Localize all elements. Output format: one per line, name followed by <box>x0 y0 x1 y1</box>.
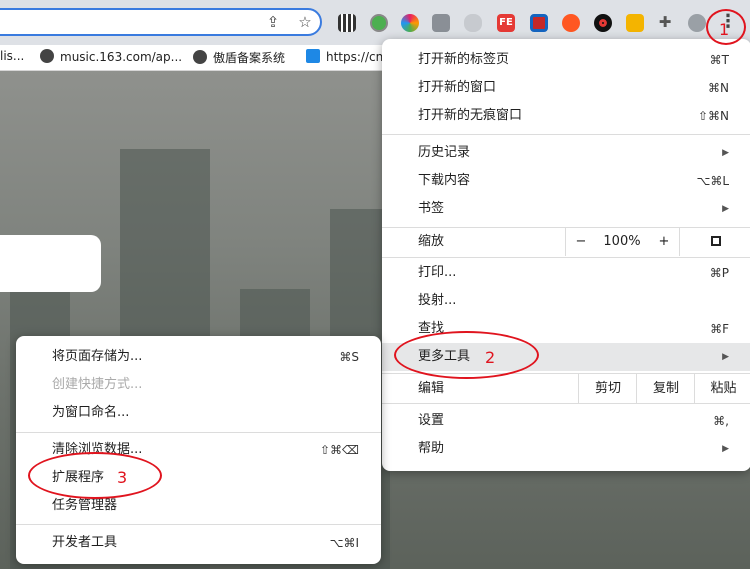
menu-separator <box>16 524 381 525</box>
submenu-item-create-shortcut: 创建快捷方式... <box>52 377 143 392</box>
fullscreen-icon <box>711 236 721 246</box>
menu-separator <box>382 403 750 404</box>
menu-item-help[interactable]: 帮助 ▶ <box>382 435 750 463</box>
green-dot-extension-icon[interactable] <box>370 14 388 32</box>
menu-item-new-incognito[interactable]: 打开新的无痕窗口 ⇧⌘N <box>382 102 750 130</box>
chevron-right-icon: ▶ <box>722 148 729 158</box>
menu-separator <box>16 432 381 433</box>
annotation-number-2: 2 <box>485 348 496 367</box>
menu-item-bookmarks[interactable]: 书签 ▶ <box>382 195 750 223</box>
more-tools-submenu: 将页面存储为... ⌘S 创建快捷方式... 为窗口命名... 清除浏览数据...… <box>16 336 381 564</box>
globe-icon <box>40 49 54 63</box>
record-extension-icon[interactable] <box>594 14 612 32</box>
colorful-circle-extension-icon[interactable] <box>401 14 419 32</box>
annotation-number-1: 1 <box>719 20 730 39</box>
menu-item-history[interactable]: 历史记录 ▶ <box>382 139 750 167</box>
fe-extension-icon[interactable]: FE <box>497 14 515 32</box>
submenu-item-save-page[interactable]: 将页面存储为... ⌘S <box>16 343 381 371</box>
zoom-level: 100% <box>603 234 641 249</box>
menu-item-new-window[interactable]: 打开新的窗口 ⌘N <box>382 74 750 102</box>
share-icon[interactable]: ⇪ <box>264 13 282 31</box>
menu-separator <box>382 257 750 258</box>
zoom-out-button[interactable]: − <box>565 227 596 256</box>
page-card <box>0 235 101 292</box>
globe-icon <box>193 50 207 64</box>
annotation-ellipse-3 <box>28 452 162 499</box>
menu-item-settings[interactable]: 设置 ⌘, <box>382 407 750 435</box>
bing-icon <box>306 49 320 63</box>
submenu-item-developer-tools[interactable]: 开发者工具 ⌥⌘I <box>16 529 381 557</box>
menu-item-print[interactable]: 打印... ⌘P <box>382 259 750 287</box>
edit-row: 编辑 剪切 复制 粘贴 <box>382 374 750 403</box>
translate-extension-icon[interactable] <box>530 14 548 32</box>
bookmark-item[interactable]: music.163.com/ap... <box>40 49 182 64</box>
copy-button[interactable]: 复制 <box>636 374 695 403</box>
menu-separator <box>382 134 750 135</box>
grid-extension-icon[interactable] <box>432 14 450 32</box>
chevron-right-icon: ▶ <box>722 444 729 454</box>
bookmark-star-icon[interactable]: ☆ <box>296 13 314 31</box>
tiger-extension-icon[interactable] <box>626 14 644 32</box>
zoom-row: 缩放 − 100% + <box>382 227 750 256</box>
submenu-item-name-window[interactable]: 为窗口命名... <box>16 399 381 427</box>
zoom-in-button[interactable]: + <box>649 227 679 256</box>
menu-item-cast[interactable]: 投射... <box>382 287 750 315</box>
cut-button[interactable]: 剪切 <box>578 374 637 403</box>
bookmark-item[interactable]: 傲盾备案系统 <box>193 49 285 66</box>
zoom-label: 缩放 <box>418 234 445 249</box>
menu-item-downloads[interactable]: 下载内容 ⌥⌘L <box>382 167 750 195</box>
edit-label: 编辑 <box>418 381 445 396</box>
menu-item-new-tab[interactable]: 打开新的标签页 ⌘T <box>382 46 750 74</box>
extensions-puzzle-icon[interactable]: ✚ <box>656 13 674 31</box>
chevron-right-icon: ▶ <box>722 204 729 214</box>
chevron-right-icon: ▶ <box>722 352 729 362</box>
annotation-ellipse-2 <box>394 331 539 379</box>
qr-code-icon[interactable] <box>338 14 356 32</box>
cloud-extension-icon[interactable] <box>464 14 482 32</box>
lifebuoy-extension-icon[interactable] <box>562 14 580 32</box>
fullscreen-button[interactable] <box>679 227 750 256</box>
annotation-number-3: 3 <box>117 468 128 487</box>
bookmark-item[interactable]: https://cn <box>306 49 383 64</box>
bookmark-item[interactable]: lis... <box>0 49 24 63</box>
avatar[interactable] <box>688 14 706 32</box>
paste-button[interactable]: 粘贴 <box>694 374 750 403</box>
chrome-main-menu: 打开新的标签页 ⌘T 打开新的窗口 ⌘N 打开新的无痕窗口 ⇧⌘N 历史记录 ▶ 下载内… <box>382 39 750 471</box>
